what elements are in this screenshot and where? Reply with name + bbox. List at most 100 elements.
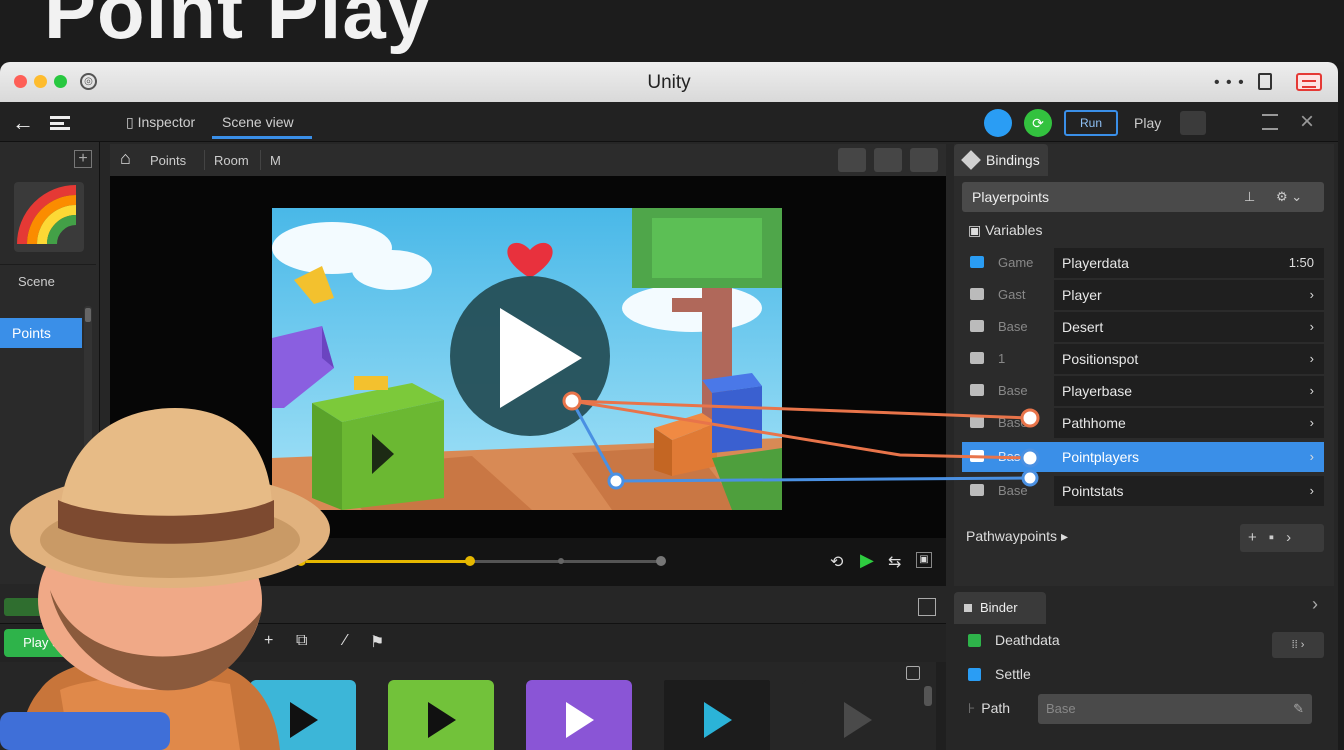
hierarchy-scrollbar[interactable] <box>84 306 92 556</box>
breadcrumb-item-3[interactable]: M <box>270 153 281 168</box>
variable-row[interactable]: Game Playerdata 1:50 <box>962 248 1324 278</box>
path-row: ⊦ Path <box>968 700 1010 726</box>
account-icon[interactable]: ⟳ <box>1024 109 1052 137</box>
pencil-icon[interactable]: ✎ <box>1293 694 1304 724</box>
image-icon[interactable] <box>906 666 920 680</box>
variable-value[interactable]: Pointstats › <box>1054 476 1324 506</box>
variable-row-selected[interactable]: Base Pointplayers › <box>962 442 1324 472</box>
play-scene-button[interactable]: Play Scene <box>4 629 108 657</box>
binder-row-label: Settle <box>995 666 1031 682</box>
chevron-right-icon[interactable]: › <box>1312 594 1318 615</box>
tab-binder[interactable]: Binder <box>954 592 1046 624</box>
timeline-bar: n ⟲ ▶ ⇆ ▣ <box>110 538 946 586</box>
flag-icon[interactable]: ⚑ <box>370 632 384 652</box>
asset-tile[interactable] <box>250 680 356 750</box>
variable-value[interactable]: Desert › <box>1054 312 1324 342</box>
asset-scrollbar[interactable] <box>924 686 932 706</box>
play-label[interactable]: Play <box>1134 115 1161 131</box>
timeline-start-marker[interactable] <box>296 556 306 566</box>
binding-search-field[interactable]: Playerpoints ⊥ ⚙ ⌄ <box>962 182 1324 212</box>
asset-tile[interactable] <box>802 680 908 750</box>
variable-value[interactable]: Positionspot › <box>1054 344 1324 374</box>
tab-inspector-label: Inspector <box>137 114 196 130</box>
brush-icon[interactable]: ⁄ <box>344 632 347 650</box>
back-arrow-icon[interactable]: ← <box>12 110 34 136</box>
close-icon[interactable]: × <box>1300 108 1314 136</box>
status-icon <box>968 668 981 681</box>
run-button[interactable]: Run <box>1064 110 1118 136</box>
variable-value[interactable]: Player › <box>1054 280 1324 310</box>
variable-label: Gast <box>998 287 1026 302</box>
variable-row[interactable]: Base Pointstats › <box>962 476 1324 506</box>
export-icon[interactable]: ▣ <box>916 552 932 568</box>
more-icon[interactable]: • • • <box>1214 74 1245 92</box>
timeline-playhead[interactable] <box>465 556 475 566</box>
row-actions-icon[interactable]: ⁞⁞ › <box>1272 632 1324 658</box>
collab-icon[interactable] <box>984 109 1012 137</box>
timeline-keyframe[interactable] <box>558 558 564 564</box>
duplicate-icon[interactable]: ⧉ <box>296 632 307 650</box>
variable-row[interactable]: Base Playerbase › <box>962 376 1324 406</box>
pathwaypoints-section[interactable]: Pathwaypoints ▸ <box>966 528 1068 545</box>
asset-grid <box>0 662 936 750</box>
scene-viewport[interactable] <box>110 176 946 538</box>
binder-row[interactable]: Settle <box>968 666 1031 692</box>
refresh-icon[interactable] <box>910 148 938 172</box>
add-icon[interactable]: + <box>264 632 273 650</box>
play-icon[interactable]: ▶ <box>860 550 874 571</box>
window-close-icon[interactable] <box>1296 73 1322 91</box>
variable-label: Base <box>998 483 1028 498</box>
variable-label: Base <box>998 415 1028 430</box>
add-icon[interactable]: + <box>74 150 92 168</box>
variable-row[interactable]: Base Pathhome › <box>962 408 1324 438</box>
breadcrumb-item-2[interactable]: Room <box>214 153 249 168</box>
divider <box>0 264 96 265</box>
timeline-end-marker[interactable] <box>656 556 666 566</box>
asset-tile[interactable] <box>526 680 632 750</box>
camera-icon[interactable] <box>874 148 902 172</box>
layout-icon[interactable] <box>1180 111 1206 135</box>
variable-value[interactable]: Playerbase › <box>1054 376 1324 406</box>
variable-value[interactable]: Pointplayers › <box>1054 442 1324 472</box>
filter-icon[interactable]: ⊥ <box>1244 182 1255 212</box>
variable-value[interactable]: Pathhome › <box>1054 408 1324 438</box>
variable-value[interactable]: Playerdata 1:50 <box>1054 248 1324 278</box>
rainbow-icon <box>17 185 77 245</box>
step-icon[interactable]: ⇆ <box>888 552 901 572</box>
document-icon[interactable] <box>1258 73 1272 90</box>
divider <box>260 150 261 170</box>
gizmo-icon[interactable] <box>838 148 866 172</box>
path-input[interactable]: Base ✎ <box>1038 694 1312 724</box>
tab-scene-view[interactable]: Scene view <box>222 114 294 130</box>
grid-icon <box>970 320 984 332</box>
variable-row[interactable]: 1 Positionspot › <box>962 344 1324 374</box>
home-icon[interactable]: ⌂ <box>120 148 131 169</box>
tag-icon <box>970 384 984 396</box>
variables-header: ▣ Variables <box>968 222 1043 238</box>
status-icon <box>968 634 981 647</box>
hierarchy-item-points[interactable]: Points <box>0 318 82 348</box>
asset-tile[interactable] <box>664 680 770 750</box>
variable-row[interactable]: Base Desert › <box>962 312 1324 342</box>
tab-inspector[interactable]: ▯ Inspector <box>126 114 195 131</box>
game-preview[interactable] <box>272 208 782 510</box>
settings-icon[interactable]: ⚙ ⌄ <box>1276 182 1302 212</box>
variable-extra: › <box>1309 415 1314 430</box>
variable-value-text: Desert <box>1062 319 1104 335</box>
tab-bindings[interactable]: Bindings <box>954 144 1048 176</box>
breadcrumb-item-1[interactable]: Points <box>150 153 186 168</box>
binder-row[interactable]: Deathdata <box>968 632 1060 658</box>
path-input-placeholder: Base <box>1046 701 1076 716</box>
pathwaypoints-actions[interactable]: +▪› <box>1240 524 1324 552</box>
maximize-panel-icon[interactable] <box>918 598 936 616</box>
menu-icon[interactable] <box>50 116 70 130</box>
banner: Point Play <box>0 0 1344 62</box>
list-icon[interactable] <box>1262 114 1278 130</box>
asset-tile[interactable] <box>388 680 494 750</box>
variable-row[interactable]: Gast Player › <box>962 280 1324 310</box>
loop-icon[interactable]: ⟲ <box>830 552 843 572</box>
window-title: Unity <box>647 72 691 93</box>
variable-label: Base <box>998 449 1028 464</box>
scene-toolbar: ⌂ Points Room M <box>110 144 946 176</box>
rainbow-thumbnail[interactable] <box>14 182 84 252</box>
